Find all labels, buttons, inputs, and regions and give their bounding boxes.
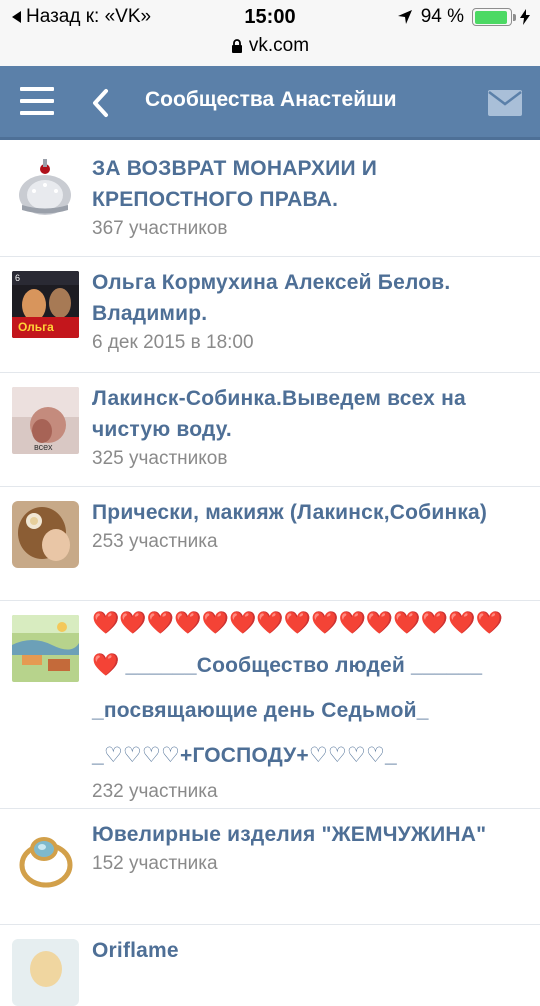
- group-title[interactable]: Лакинск-Собинка.Выведем всех на чистую в…: [92, 383, 528, 445]
- vk-header: Сообщества Анастейши: [0, 66, 540, 140]
- ios-status-bar: Назад к: «VK» 15:00 94 % vk.com: [0, 0, 540, 66]
- group-title-line: ______Сообщество людей ______: [119, 654, 483, 677]
- svg-text:Ольга: Ольга: [18, 320, 54, 334]
- group-title[interactable]: Oriflame: [92, 935, 528, 966]
- member-count: 253 участника: [92, 531, 218, 552]
- group-title[interactable]: Ольга Кормухина Алексей Белов. Владимир.: [92, 267, 528, 329]
- list-item[interactable]: ❤️❤️❤️❤️❤️❤️❤️❤️❤️❤️❤️❤️❤️❤️❤️ ❤️ ______…: [0, 601, 540, 809]
- photo-image-icon: всех: [12, 387, 79, 454]
- group-title[interactable]: ЗА ВОЗВРАТ МОНАРХИИ И КРЕПОСТНОГО ПРАВА.: [92, 153, 528, 215]
- group-title[interactable]: Прически, макияж (Лакинск,Собинка): [92, 497, 528, 528]
- list-item[interactable]: всех Лакинск-Собинка.Выведем всех на чис…: [0, 373, 540, 487]
- back-chevron-icon[interactable]: [88, 86, 114, 120]
- ring-image-icon: [12, 823, 79, 890]
- svg-text:всех: всех: [34, 442, 53, 452]
- member-count: 367 участников: [92, 218, 228, 239]
- hairstyle-image-icon: [12, 501, 79, 568]
- group-title-line: _посвящающие день Седьмой_: [92, 699, 429, 722]
- mail-icon[interactable]: [488, 90, 522, 116]
- menu-icon[interactable]: [20, 87, 54, 117]
- group-title[interactable]: ❤️❤️❤️❤️❤️❤️❤️❤️❤️❤️❤️❤️❤️❤️❤️ ❤️ ______…: [92, 603, 528, 778]
- member-count: 152 участника: [92, 853, 218, 874]
- list-item[interactable]: Прически, макияж (Лакинск,Собинка) 253 у…: [0, 487, 540, 601]
- groups-list: ЗА ВОЗВРАТ МОНАРХИИ И КРЕПОСТНОГО ПРАВА.…: [0, 143, 540, 1006]
- list-item[interactable]: Oriflame: [0, 925, 540, 1006]
- portrait-image-icon: [12, 939, 79, 1006]
- member-count: 325 участников: [92, 448, 228, 469]
- group-title[interactable]: Ювелирные изделия "ЖЕМЧУЖИНА": [92, 819, 528, 850]
- painting-image-icon: [12, 615, 79, 682]
- list-item[interactable]: ЗА ВОЗВРАТ МОНАРХИИ И КРЕПОСТНОГО ПРАВА.…: [0, 143, 540, 257]
- crown-image-icon: [12, 155, 79, 222]
- charging-bolt-icon: [520, 9, 530, 25]
- battery-level: [474, 10, 508, 24]
- location-arrow-icon: [397, 10, 412, 24]
- page-title: Сообщества Анастейши: [145, 88, 397, 111]
- battery-icon: [472, 8, 516, 26]
- event-date: 6 дек 2015 в 18:00: [92, 332, 254, 353]
- list-item[interactable]: 6 Ольга Ольга Кормухина Алексей Белов. В…: [0, 257, 540, 373]
- heart-decoration: ❤️: [92, 652, 120, 677]
- svg-text:6: 6: [15, 273, 20, 283]
- group-title-line: _♡♡♡♡+ГОСПОДУ+♡♡♡♡_: [92, 744, 397, 767]
- url-text: vk.com: [248, 35, 310, 56]
- lock-icon: [231, 38, 242, 53]
- hearts-decoration: ❤️❤️❤️❤️❤️❤️❤️❤️❤️❤️❤️❤️❤️❤️❤️: [92, 610, 503, 635]
- address-bar[interactable]: vk.com: [0, 35, 540, 57]
- member-count: 232 участника: [92, 781, 218, 802]
- concert-poster-image-icon: 6 Ольга: [12, 271, 79, 338]
- list-item[interactable]: Ювелирные изделия "ЖЕМЧУЖИНА" 152 участн…: [0, 809, 540, 925]
- battery-percent: 94 %: [420, 6, 464, 27]
